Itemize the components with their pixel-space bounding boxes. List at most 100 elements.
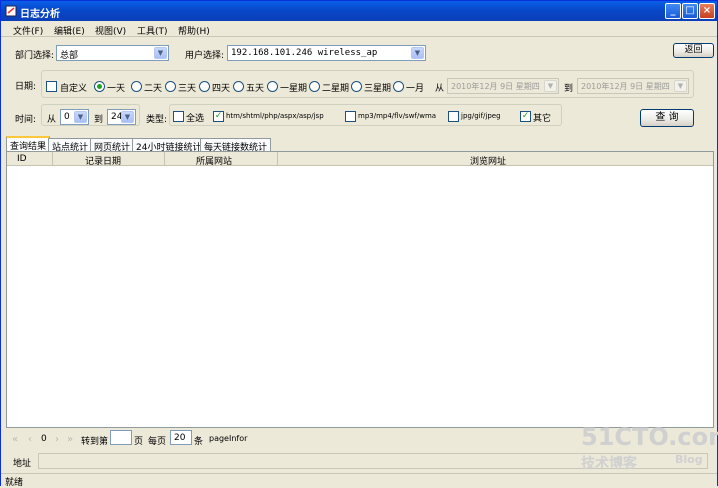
type-checkbox-all[interactable] bbox=[173, 111, 184, 122]
range-radio-1day[interactable] bbox=[94, 81, 105, 92]
custom-date-label: 自定义 bbox=[60, 84, 88, 94]
goto-label: 转到第 bbox=[81, 437, 109, 447]
back-button[interactable]: 返回 bbox=[673, 43, 714, 58]
per-page-value: 20 bbox=[174, 433, 186, 443]
column-header-url[interactable]: 浏览网址 bbox=[470, 154, 506, 167]
type-label-html: htm/shtml/php/aspx/asp/jsp bbox=[226, 112, 324, 120]
range-label-4day: 四天 bbox=[212, 84, 231, 94]
page-unit-label: 页 bbox=[134, 437, 144, 447]
page-info: pageInfor bbox=[209, 434, 248, 443]
type-label-all: 全选 bbox=[186, 114, 205, 124]
goto-page-input[interactable] bbox=[110, 430, 132, 445]
menu-bar: 文件(F) 编辑(E) 视图(V) 工具(T) 帮助(H) bbox=[1, 21, 717, 37]
type-checkbox-html[interactable]: ✓ bbox=[213, 111, 224, 122]
user-select[interactable]: 192.168.101.246 wireless_ap ▼ bbox=[227, 45, 426, 61]
chevron-down-icon: ▼ bbox=[411, 47, 424, 59]
range-radio-1week[interactable] bbox=[267, 81, 278, 92]
type-checkbox-image[interactable] bbox=[448, 111, 459, 122]
time-from-label: 从 bbox=[47, 115, 57, 125]
watermark-logo: 51CTO.com bbox=[581, 423, 718, 451]
app-icon bbox=[5, 5, 17, 17]
first-page-button[interactable]: « bbox=[12, 434, 18, 445]
range-radio-5day[interactable] bbox=[233, 81, 244, 92]
column-header-site[interactable]: 所属网站 bbox=[196, 154, 232, 167]
current-page: 0 bbox=[41, 434, 47, 444]
chevron-down-icon: ▼ bbox=[154, 47, 167, 59]
range-radio-4day[interactable] bbox=[199, 81, 210, 92]
maximize-button[interactable]: □ bbox=[682, 3, 698, 19]
time-from-value: 0 bbox=[64, 112, 70, 122]
time-label: 时间: bbox=[15, 115, 37, 125]
address-label: 地址 bbox=[13, 459, 32, 469]
tab-daily-link-stats[interactable]: 每天链接数统计 bbox=[200, 138, 272, 153]
tab-site-stats[interactable]: 站点统计 bbox=[48, 138, 93, 153]
tab-hourly-link-stats[interactable]: 24小时链接统计 bbox=[132, 138, 206, 153]
query-button[interactable]: 查 询 bbox=[640, 109, 694, 127]
per-page-unit-label: 条 bbox=[194, 437, 204, 447]
menu-view[interactable]: 视图(V) bbox=[95, 24, 126, 37]
last-page-button[interactable]: » bbox=[67, 434, 73, 445]
per-page-label: 每页 bbox=[148, 437, 167, 447]
menu-file[interactable]: 文件(F) bbox=[13, 24, 43, 37]
grid-header: ID 记录日期 所属网站 浏览网址 bbox=[7, 152, 713, 167]
range-radio-2day[interactable] bbox=[131, 81, 142, 92]
title-bar[interactable]: 日志分析 _ □ × bbox=[1, 1, 717, 21]
menu-help[interactable]: 帮助(H) bbox=[178, 24, 210, 37]
type-checkbox-other[interactable]: ✓ bbox=[520, 111, 531, 122]
per-page-input[interactable]: 20 bbox=[170, 430, 192, 445]
dept-select[interactable]: 总部 ▼ bbox=[56, 45, 169, 61]
time-to-select[interactable]: 24 ▼ bbox=[107, 109, 136, 125]
menu-edit[interactable]: 编辑(E) bbox=[54, 24, 85, 37]
range-label-3week: 三星期 bbox=[364, 84, 392, 94]
time-from-select[interactable]: 0 ▼ bbox=[60, 109, 89, 125]
to-date-picker[interactable]: 2010年12月 9日 星期四 ▼ bbox=[577, 78, 689, 94]
results-grid[interactable]: ID 记录日期 所属网站 浏览网址 bbox=[6, 151, 714, 428]
type-checkbox-media[interactable] bbox=[345, 111, 356, 122]
from-date-picker[interactable]: 2010年12月 9日 星期四 ▼ bbox=[447, 78, 559, 94]
from-date-label: 从 bbox=[435, 84, 445, 94]
column-header-id[interactable]: ID bbox=[17, 154, 27, 164]
range-radio-3week[interactable] bbox=[351, 81, 362, 92]
prev-page-button[interactable]: ‹ bbox=[28, 434, 32, 445]
menu-tools[interactable]: 工具(T) bbox=[137, 24, 168, 37]
chevron-down-icon: ▼ bbox=[674, 80, 687, 92]
range-label-1day: 一天 bbox=[107, 84, 126, 94]
custom-date-checkbox[interactable] bbox=[46, 81, 57, 92]
chevron-down-icon: ▼ bbox=[121, 111, 134, 123]
from-date-value: 2010年12月 9日 星期四 bbox=[451, 82, 540, 91]
watermark-blog: Blog bbox=[675, 453, 703, 466]
to-date-value: 2010年12月 9日 星期四 bbox=[581, 82, 670, 91]
dept-label: 部门选择: bbox=[15, 51, 55, 61]
tab-query-results[interactable]: 查询结果 bbox=[6, 136, 51, 152]
to-date-label: 到 bbox=[564, 84, 574, 94]
chevron-down-icon: ▼ bbox=[74, 111, 87, 123]
range-radio-1month[interactable] bbox=[393, 81, 404, 92]
user-label: 用户选择: bbox=[185, 51, 225, 61]
type-label-image: jpg/gif/jpeg bbox=[461, 112, 501, 120]
app-window: 日志分析 _ □ × 文件(F) 编辑(E) 视图(V) 工具(T) 帮助(H)… bbox=[0, 0, 718, 488]
column-header-date[interactable]: 记录日期 bbox=[85, 154, 121, 167]
type-label-media: mp3/mp4/flv/swf/wma bbox=[358, 112, 437, 120]
user-value: 192.168.101.246 wireless_ap bbox=[231, 48, 378, 58]
minimize-button[interactable]: _ bbox=[665, 3, 681, 19]
range-label-1week: 一星期 bbox=[280, 84, 308, 94]
range-radio-3day[interactable] bbox=[165, 81, 176, 92]
watermark-subtitle: 技术博客 bbox=[581, 456, 637, 472]
range-label-2week: 二星期 bbox=[322, 84, 350, 94]
tab-page-stats[interactable]: 网页统计 bbox=[90, 138, 135, 153]
range-label-3day: 三天 bbox=[178, 84, 197, 94]
next-page-button[interactable]: › bbox=[55, 434, 59, 445]
status-text: 就绪 bbox=[5, 478, 24, 488]
close-button[interactable]: × bbox=[699, 3, 715, 19]
window-title: 日志分析 bbox=[20, 9, 60, 20]
column-separator bbox=[164, 152, 165, 166]
status-bar: 就绪 bbox=[1, 473, 717, 488]
chevron-down-icon: ▼ bbox=[544, 80, 557, 92]
range-radio-2week[interactable] bbox=[309, 81, 320, 92]
range-label-5day: 五天 bbox=[246, 84, 265, 94]
column-separator bbox=[277, 152, 278, 166]
dept-value: 总部 bbox=[60, 51, 79, 61]
date-label: 日期: bbox=[15, 82, 37, 92]
column-separator bbox=[52, 152, 53, 166]
range-label-1month: 一月 bbox=[406, 84, 425, 94]
